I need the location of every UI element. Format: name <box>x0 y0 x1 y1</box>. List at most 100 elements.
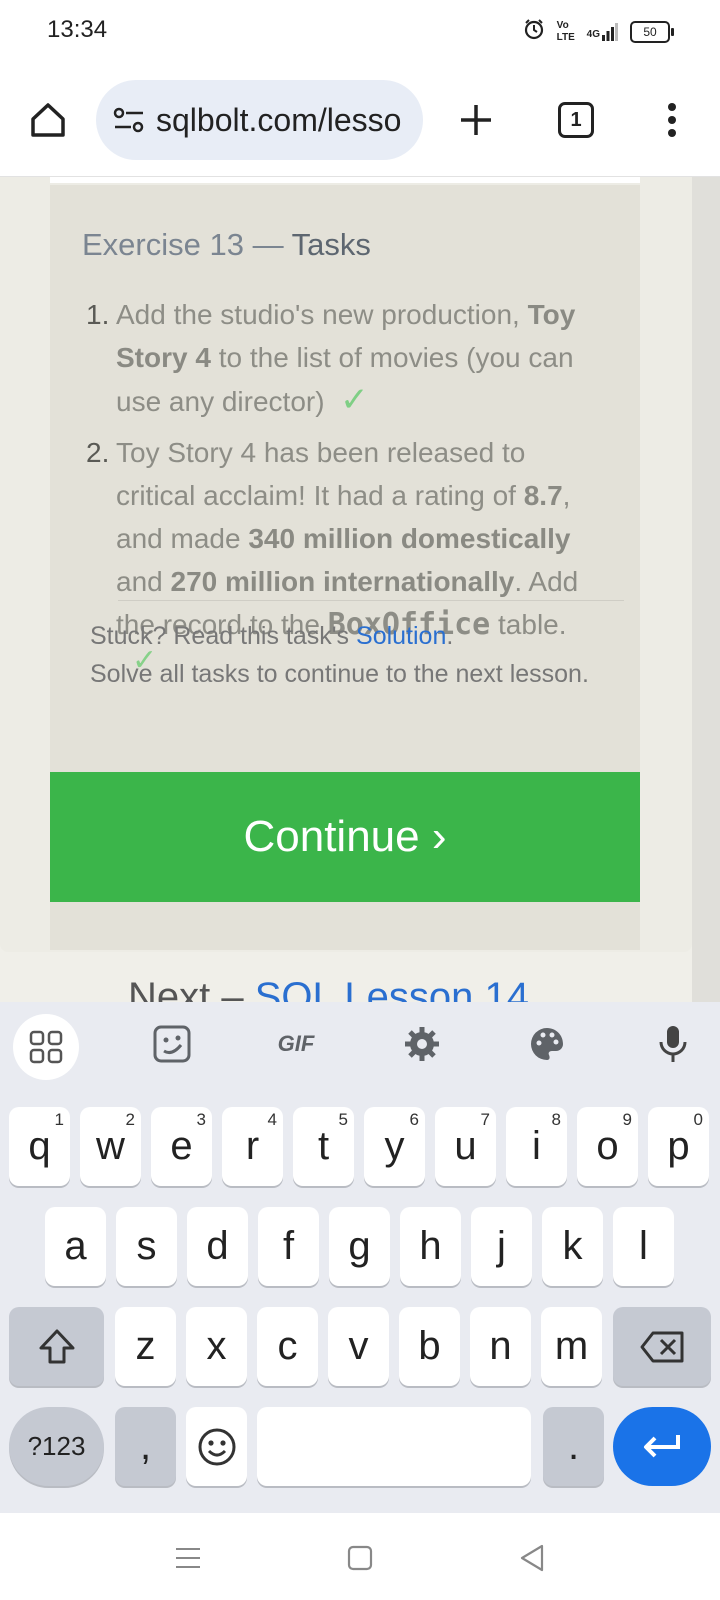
task-text: Add the studio's new production, Toy Sto… <box>116 299 576 419</box>
key-label: b <box>418 1324 441 1368</box>
key-w[interactable]: w2 <box>80 1107 141 1186</box>
overflow-menu-button[interactable] <box>648 96 696 144</box>
shift-icon <box>39 1329 74 1363</box>
battery-level: 50 <box>643 24 657 39</box>
alarm-icon <box>523 18 545 45</box>
tab-switcher-icon: 1 <box>558 102 594 138</box>
key-x[interactable]: x <box>186 1307 247 1386</box>
key-label: z <box>135 1324 156 1368</box>
key-number-hint: 6 <box>409 1110 419 1129</box>
key-label: x <box>206 1324 227 1368</box>
key-g[interactable]: g <box>329 1207 390 1286</box>
key-k[interactable]: k <box>542 1207 603 1286</box>
key-h[interactable]: h <box>400 1207 461 1286</box>
comma-key[interactable]: , <box>115 1407 176 1486</box>
key-i[interactable]: i8 <box>506 1107 567 1186</box>
scrollbar[interactable] <box>692 177 720 1002</box>
microphone-icon <box>659 1026 687 1062</box>
key-label: d <box>206 1224 229 1268</box>
site-settings-icon[interactable] <box>112 103 146 137</box>
key-number-hint: 9 <box>622 1110 632 1129</box>
exercise-title: Exercise 13 — Tasks <box>82 227 371 262</box>
shift-key[interactable] <box>9 1307 104 1386</box>
symbols-key[interactable]: ?123 <box>9 1407 104 1486</box>
key-l[interactable]: l <box>613 1207 674 1286</box>
key-number-hint: 0 <box>693 1110 703 1129</box>
square-icon <box>347 1545 373 1571</box>
key-f[interactable]: f <box>258 1207 319 1286</box>
key-r[interactable]: r4 <box>222 1107 283 1186</box>
key-a[interactable]: a <box>45 1207 106 1286</box>
key-e[interactable]: e3 <box>151 1107 212 1186</box>
key-d[interactable]: d <box>187 1207 248 1286</box>
back-nav-button[interactable] <box>512 1538 552 1578</box>
gear-icon <box>405 1027 439 1061</box>
clock: 13:34 <box>47 16 108 43</box>
apps-grid-button[interactable] <box>13 1014 79 1080</box>
space-key[interactable] <box>257 1407 531 1486</box>
key-number-hint: 2 <box>125 1110 135 1129</box>
task-number: 2. <box>86 437 110 468</box>
continue-button[interactable]: Continue › <box>50 772 640 902</box>
key-label: o <box>596 1124 619 1168</box>
key-label: p <box>667 1124 690 1168</box>
backspace-icon <box>640 1331 684 1362</box>
key-o[interactable]: o9 <box>577 1107 638 1186</box>
solution-link[interactable]: Solution <box>356 622 446 650</box>
emoji-key[interactable] <box>186 1407 247 1486</box>
key-number-hint: 4 <box>267 1110 277 1129</box>
task-item-1: 1. Add the studio's new production, Toy … <box>86 293 646 423</box>
key-number-hint: 5 <box>338 1110 348 1129</box>
key-label: g <box>348 1224 371 1268</box>
status-bar: 13:34 Vo LTE 4G 50 <box>0 0 720 66</box>
key-u[interactable]: u7 <box>435 1107 496 1186</box>
key-label: j <box>497 1224 506 1268</box>
on-screen-keyboard: GIF q1w2e3r4t5y6u7i8o9p0asdfghjklzxcvbnm… <box>0 1002 720 1513</box>
key-number-hint: 3 <box>196 1110 206 1129</box>
key-label: e <box>170 1124 193 1168</box>
enter-key[interactable] <box>613 1407 711 1486</box>
volte-icon: Vo LTE <box>556 19 575 43</box>
key-label: w <box>96 1124 125 1168</box>
recents-button[interactable] <box>168 1538 208 1578</box>
key-q[interactable]: q1 <box>9 1107 70 1186</box>
address-bar[interactable]: sqlbolt.com/lesso <box>96 80 423 160</box>
theme-button[interactable] <box>515 1012 579 1076</box>
key-label: y <box>384 1124 405 1168</box>
key-b[interactable]: b <box>399 1307 460 1386</box>
key-s[interactable]: s <box>116 1207 177 1286</box>
key-label: l <box>639 1224 648 1268</box>
key-label: h <box>419 1224 442 1268</box>
task-complete-check-icon-2: ✓ <box>132 644 158 677</box>
backspace-key[interactable] <box>613 1307 711 1386</box>
sticker-button[interactable] <box>140 1012 204 1076</box>
key-label: q <box>28 1124 51 1168</box>
keyboard-settings-button[interactable] <box>390 1012 454 1076</box>
key-y[interactable]: y6 <box>364 1107 425 1186</box>
home-button[interactable] <box>24 96 72 144</box>
key-c[interactable]: c <box>257 1307 318 1386</box>
key-label: n <box>489 1324 512 1368</box>
url-text: sqlbolt.com/lesso <box>156 101 402 138</box>
key-label: r <box>245 1124 260 1168</box>
key-p[interactable]: p0 <box>648 1107 709 1186</box>
key-label: a <box>64 1224 87 1268</box>
new-tab-button[interactable] <box>452 96 500 144</box>
key-n[interactable]: n <box>470 1307 531 1386</box>
voice-input-button[interactable] <box>641 1012 705 1076</box>
task-text: Toy Story 4 has been released to critica… <box>116 437 579 642</box>
gif-button[interactable]: GIF <box>264 1012 328 1076</box>
key-label: k <box>562 1224 583 1268</box>
period-key[interactable]: . <box>543 1407 604 1486</box>
key-z[interactable]: z <box>115 1307 176 1386</box>
key-m[interactable]: m <box>541 1307 602 1386</box>
solve-all-message: Solve all tasks to continue to the next … <box>90 660 589 688</box>
tab-switcher-button[interactable]: 1 <box>552 96 600 144</box>
next-lesson-link-peek[interactable]: Next – SQL Lesson 14 <box>128 975 529 1002</box>
key-j[interactable]: j <box>471 1207 532 1286</box>
key-label: i <box>532 1124 541 1168</box>
home-nav-button[interactable] <box>340 1538 380 1578</box>
key-number-hint: 7 <box>480 1110 490 1129</box>
key-v[interactable]: v <box>328 1307 389 1386</box>
key-t[interactable]: t5 <box>293 1107 354 1186</box>
